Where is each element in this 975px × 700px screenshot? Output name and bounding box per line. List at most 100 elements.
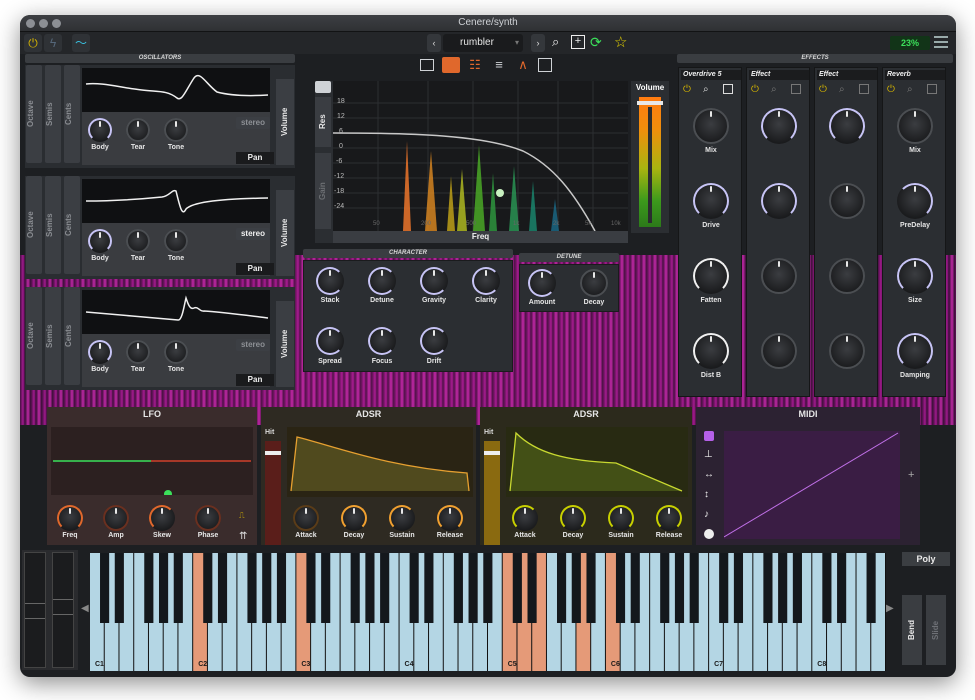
black-key[interactable] (733, 553, 744, 623)
black-key[interactable] (217, 553, 228, 623)
black-key[interactable] (763, 553, 773, 623)
adsr2-sustain-knob[interactable] (608, 505, 634, 531)
black-key[interactable] (630, 553, 640, 623)
bolt-icon[interactable]: ϟ (44, 34, 62, 52)
black-key[interactable] (158, 553, 169, 623)
lfo-phase-knob[interactable] (195, 505, 221, 531)
midi-vertical-icon[interactable]: ↕ (704, 489, 709, 500)
adsr2-hit-slider[interactable] (484, 441, 500, 545)
osc2-pan-control[interactable]: Pan (236, 263, 274, 275)
volume-handle[interactable] (637, 101, 663, 105)
osc2-body-knob[interactable] (88, 229, 112, 253)
osc2-stereo-toggle[interactable]: stereo (236, 228, 270, 240)
black-key[interactable] (556, 553, 567, 623)
black-key[interactable] (822, 553, 832, 623)
power-icon[interactable]: ⏻ (683, 84, 691, 95)
filter-graph[interactable]: 18 12 6 0 -6 -12 -18 -24 50 200 500 1k 2… (332, 81, 628, 232)
osc1-tone-knob[interactable] (164, 118, 188, 142)
fx3-knob-1[interactable] (829, 108, 865, 144)
midi-down-icon[interactable]: ⊥ (704, 449, 713, 460)
clarity-knob[interactable] (472, 267, 500, 295)
refresh-icon[interactable]: ⟳ (590, 34, 602, 51)
pitch-wheel[interactable] (24, 552, 46, 668)
black-key[interactable] (586, 553, 596, 623)
black-key[interactable] (247, 553, 257, 623)
power-icon[interactable]: ⏻ (751, 84, 759, 95)
window-icon[interactable] (927, 84, 937, 94)
semis-slider[interactable]: Semis (45, 287, 61, 385)
circle-icon[interactable] (704, 529, 714, 539)
power-icon[interactable]: ⏻ (24, 34, 42, 52)
search-icon[interactable]: ⌕ (552, 34, 559, 50)
mod-wheel[interactable] (52, 552, 74, 668)
black-key[interactable] (792, 553, 802, 623)
reverb-mix-knob[interactable] (897, 108, 933, 144)
osc1-stereo-toggle[interactable]: stereo (236, 117, 270, 129)
waveform-display[interactable] (82, 290, 270, 334)
effect-slot-4-selector[interactable]: Reverb (885, 70, 945, 80)
black-key[interactable] (571, 553, 581, 623)
res-slider[interactable]: Res (315, 97, 331, 147)
black-key[interactable] (350, 553, 360, 623)
window-icon[interactable] (859, 84, 869, 94)
fx3-knob-3[interactable] (829, 258, 865, 294)
black-key[interactable] (527, 553, 537, 623)
midi-color-swatch[interactable] (704, 431, 714, 441)
octave-slider[interactable]: Octave (26, 287, 42, 385)
voice-mode-button[interactable]: Poly (902, 552, 950, 566)
sync-icon[interactable]: ⇈ (239, 531, 247, 542)
adsr1-envelope-display[interactable] (287, 427, 473, 497)
osc1-body-knob[interactable] (88, 118, 112, 142)
black-key[interactable] (276, 553, 287, 623)
octave-up-icon[interactable]: ▶ (886, 603, 894, 614)
adsr1-sustain-knob[interactable] (389, 505, 415, 531)
search-icon[interactable]: ⌕ (771, 84, 777, 95)
search-icon[interactable]: ⌕ (907, 84, 913, 95)
octave-down-icon[interactable]: ◀ (81, 603, 89, 614)
black-key[interactable] (203, 553, 213, 623)
black-key[interactable] (321, 553, 331, 623)
keyboard-view-icon[interactable] (442, 57, 460, 73)
adsr2-envelope-display[interactable] (506, 427, 688, 497)
osc3-stereo-toggle[interactable]: stereo (236, 339, 270, 351)
adsr2-attack-knob[interactable] (512, 505, 538, 531)
osc3-volume-slider[interactable]: Volume (276, 301, 294, 387)
effect-slot-2-selector[interactable]: Effect (749, 70, 809, 80)
black-key[interactable] (365, 553, 375, 623)
focus-knob[interactable] (368, 327, 396, 355)
fx1-fatten-knob[interactable] (693, 258, 729, 294)
filter-mode-icon[interactable] (315, 81, 331, 93)
adsr1-release-knob[interactable] (437, 505, 463, 531)
midi-curve-display[interactable] (723, 431, 900, 539)
list-view-icon[interactable]: ≡ (490, 57, 508, 73)
lock-icon[interactable]: ⎍ (239, 511, 245, 521)
detune-knob[interactable] (368, 267, 396, 295)
osc3-tear-knob[interactable] (126, 340, 150, 364)
fx3-knob-4[interactable] (829, 333, 865, 369)
black-key[interactable] (866, 553, 876, 623)
fx2-knob-2[interactable] (761, 183, 797, 219)
reverb-damping-knob[interactable] (897, 333, 933, 369)
black-key[interactable] (483, 553, 493, 623)
black-key[interactable] (262, 553, 272, 623)
black-key[interactable] (173, 553, 183, 623)
power-icon[interactable]: ⏻ (887, 84, 895, 95)
square-view-icon[interactable] (538, 58, 552, 72)
fx2-knob-4[interactable] (761, 333, 797, 369)
lfo-amp-knob[interactable] (103, 505, 129, 531)
gravity-knob[interactable] (420, 267, 448, 295)
fx1-mix-knob[interactable] (693, 108, 729, 144)
midi-horizontal-icon[interactable]: ↔ (704, 469, 714, 480)
black-key[interactable] (424, 553, 434, 623)
piano-keys[interactable]: C1 C2 C3 C4 C5 C6 C7 C8 (90, 553, 886, 671)
next-preset-button[interactable]: › (531, 34, 545, 52)
adsr1-attack-knob[interactable] (293, 505, 319, 531)
osc1-pan-control[interactable]: Pan (236, 152, 274, 164)
osc2-tear-knob[interactable] (126, 229, 150, 253)
add-icon[interactable]: + (908, 469, 914, 481)
window-icon[interactable] (791, 84, 801, 94)
black-key[interactable] (837, 553, 847, 623)
octave-slider[interactable]: Octave (26, 176, 42, 274)
black-key[interactable] (615, 553, 626, 623)
effect-slot-3-selector[interactable]: Effect (817, 70, 877, 80)
